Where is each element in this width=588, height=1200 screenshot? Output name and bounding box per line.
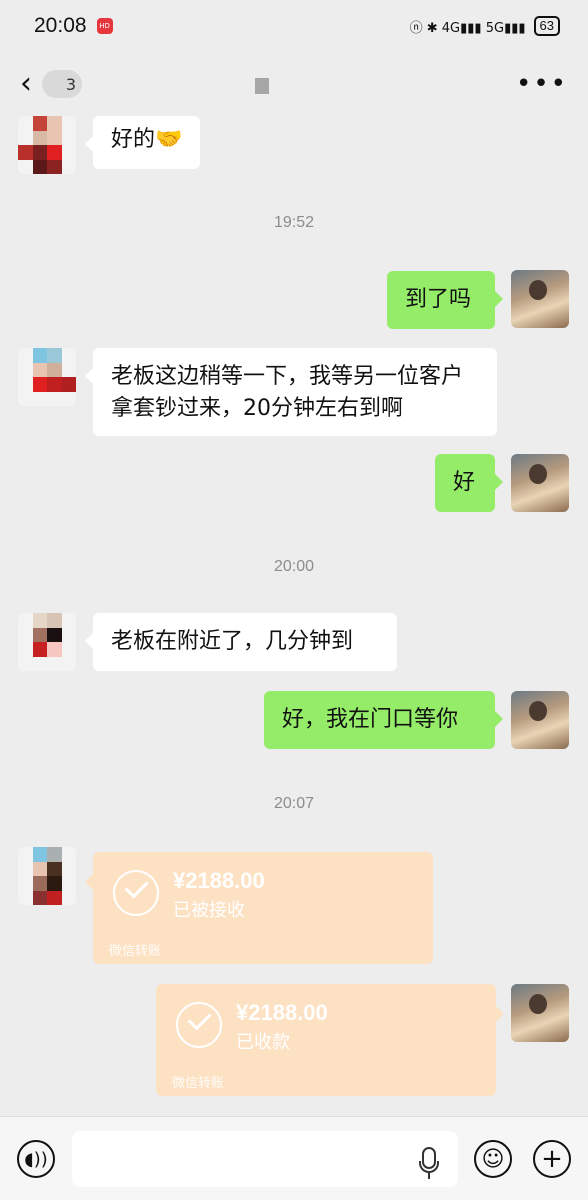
battery-icon: 63 [533,16,560,36]
back-button[interactable]: ‹ 3 [20,69,82,99]
timestamp: 19:52 [273,214,315,231]
emoji-icon[interactable]: ☺ [474,1140,512,1178]
message-text: 好的🤝 [111,127,183,152]
message-text: 好 [453,470,476,495]
input-bar: ◖)) ☺ + [0,1116,588,1200]
mic-leg [428,1173,430,1179]
check-icon [176,1002,222,1048]
status-bar: 20:08 HD ⓝ ✱ 4G▮▮▮ 5G▮▮▮ 63 [0,0,588,52]
contact-avatar[interactable] [18,116,76,174]
message-text: 老板在附近了，几分钟到 [111,629,354,654]
transfer-card[interactable]: ¥2188.00 已被接收 微信转账 [85,852,433,964]
contact-avatar[interactable] [18,348,76,406]
check-icon [113,870,159,916]
message-text: 好，我在门口等你 [282,707,459,732]
message-input[interactable] [72,1131,458,1187]
message-list[interactable]: 好的🤝 19:52 到了吗 老板这边稍等一下，我等另一位客户拿套钞过来，20分钟… [0,116,588,1116]
message-bubble[interactable]: 老板在附近了，几分钟到 [85,613,397,671]
transfer-card[interactable]: ¥2188.00 已收款 微信转账 [156,984,504,1096]
transfer-amount: ¥2188.00 [236,1000,328,1025]
message-text: 老板这边稍等一下，我等另一位客户拿套钞过来，20分钟左右到啊 [111,364,464,421]
transfer-label: 微信转账 [109,944,162,959]
timestamp: 20:07 [273,795,315,812]
unread-count-blurred: 3 [42,70,82,98]
contact-name-blurred [255,78,269,94]
more-icon[interactable]: ••• [516,69,568,99]
chat-header: ‹ 3 ••• [0,52,588,116]
back-arrow-icon: ‹ [20,66,32,101]
my-avatar[interactable] [511,270,569,328]
my-avatar[interactable] [511,691,569,749]
my-avatar[interactable] [511,454,569,512]
transfer-amount: ¥2188.00 [173,868,265,893]
app-badge-icon: HD [96,18,113,34]
plus-icon[interactable]: + [533,1140,571,1178]
transfer-status: 已被接收 [173,900,245,921]
voice-icon[interactable]: ◖)) [17,1140,55,1178]
message-bubble[interactable]: 好 [435,454,503,512]
transfer-status: 已收款 [236,1032,290,1053]
message-bubble[interactable]: 好的🤝 [84,116,201,169]
network-icons: ⓝ ✱ 4G▮▮▮ 5G▮▮▮ [409,20,526,36]
timestamp: 20:00 [273,558,315,575]
message-bubble[interactable]: 老板这边稍等一下，我等另一位客户拿套钞过来，20分钟左右到啊 [85,348,497,436]
status-time: 20:08 [34,14,87,37]
my-avatar[interactable] [511,984,569,1042]
message-bubble[interactable]: 到了吗 [387,271,503,329]
message-bubble[interactable]: 好，我在门口等你 [264,691,503,749]
contact-avatar[interactable] [18,847,76,905]
contact-avatar[interactable] [18,613,76,671]
message-text: 到了吗 [405,287,472,312]
transfer-label: 微信转账 [172,1076,225,1091]
